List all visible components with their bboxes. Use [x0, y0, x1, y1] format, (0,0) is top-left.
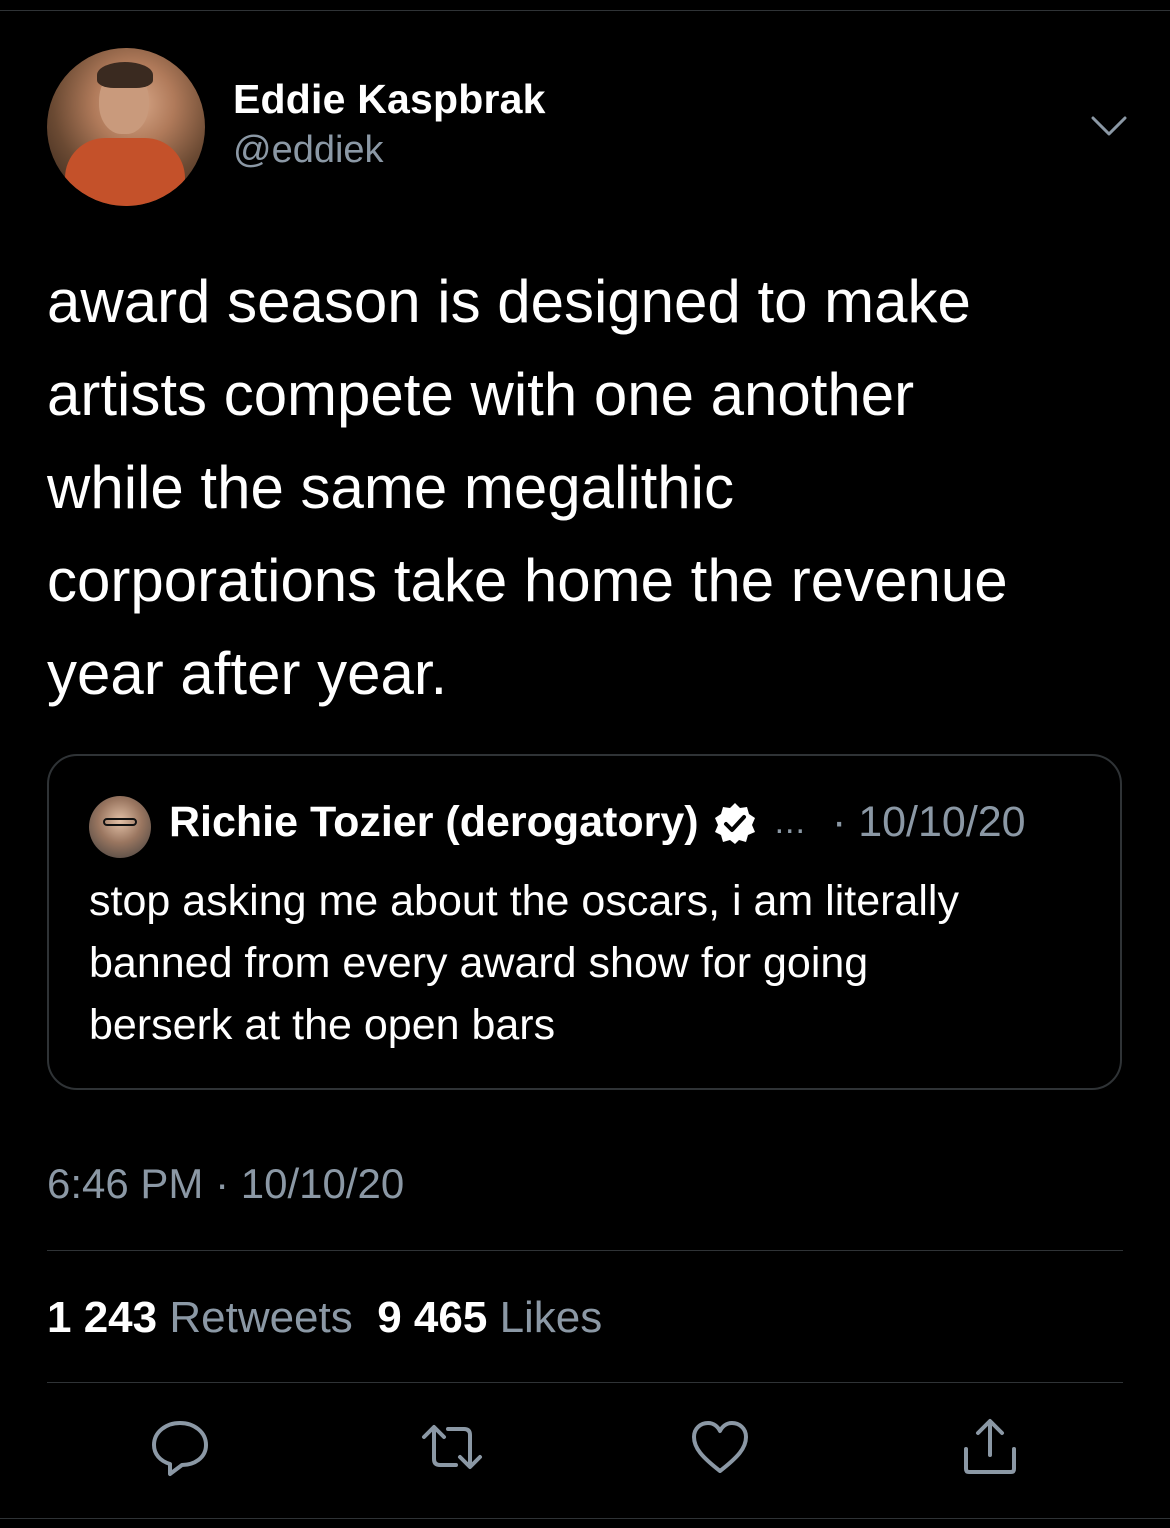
tweet-text-line: while the same megalithic — [47, 454, 734, 521]
tweet-text-line: corporations take home the revenue — [47, 547, 1008, 614]
likes-count: 9 465 — [377, 1293, 488, 1342]
stats-bottom-divider — [47, 1382, 1123, 1383]
retweets-count: 1 243 — [47, 1293, 158, 1342]
quoted-author-name: Richie Tozier (derogatory) — [169, 798, 699, 846]
bottom-divider — [0, 1518, 1170, 1519]
quoted-text-line: stop asking me about the oscars, i am li… — [89, 877, 959, 925]
retweets-stat[interactable]: 1 243 Retweets — [47, 1293, 353, 1342]
tweet-text-line: artists compete with one another — [47, 361, 915, 428]
tweet-text-line: award season is designed to make — [47, 268, 971, 335]
retweets-label: Retweets — [169, 1293, 353, 1342]
reply-icon[interactable] — [148, 1415, 212, 1479]
likes-label: Likes — [499, 1293, 603, 1342]
retweet-icon[interactable] — [420, 1415, 484, 1479]
tweet-detail-page: Eddie Kaspbrak @eddiek award season is d… — [0, 0, 1170, 1528]
heart-icon[interactable] — [688, 1415, 752, 1479]
share-icon[interactable] — [958, 1415, 1022, 1479]
author-avatar[interactable] — [47, 48, 205, 206]
author-handle[interactable]: @eddiek — [233, 129, 546, 172]
tweet-timestamp: 6:46 PM · 10/10/20 — [47, 1160, 405, 1207]
quoted-text-line: berserk at the open bars — [89, 1001, 556, 1049]
author-display-name[interactable]: Eddie Kaspbrak — [233, 76, 546, 123]
quoted-name-truncation: ... — [774, 803, 806, 841]
quoted-author-avatar — [89, 796, 151, 858]
action-bar — [0, 1415, 1170, 1485]
tweet-text: award season is designed to make artists… — [47, 255, 1127, 720]
quoted-tweet-header: Richie Tozier (derogatory) ... · 10/10/2… — [169, 798, 1026, 847]
tweet-header: Eddie Kaspbrak @eddiek — [47, 48, 1127, 208]
quoted-text-line: banned from every award show for going — [89, 939, 869, 987]
quoted-tweet-card[interactable]: Richie Tozier (derogatory) ... · 10/10/2… — [47, 754, 1122, 1090]
quoted-tweet-text: stop asking me about the oscars, i am li… — [89, 870, 1089, 1056]
author-info[interactable]: Eddie Kaspbrak @eddiek — [233, 76, 546, 172]
quoted-tweet-date: · 10/10/20 — [831, 798, 1026, 846]
chevron-down-icon[interactable] — [1089, 110, 1129, 140]
stats-top-divider — [47, 1250, 1123, 1251]
engagement-stats: 1 243 Retweets 9 465 Likes — [47, 1293, 602, 1343]
verified-badge-icon — [714, 802, 755, 844]
tweet-text-line: year after year. — [47, 640, 448, 707]
likes-stat[interactable]: 9 465 Likes — [377, 1293, 602, 1342]
top-divider — [0, 10, 1170, 11]
